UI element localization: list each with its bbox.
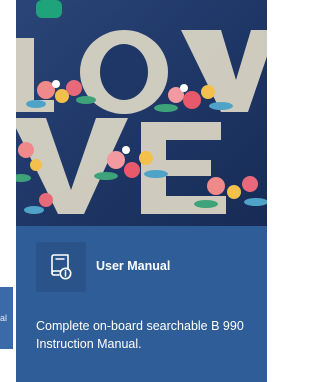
- manual-book-info-icon: [51, 254, 72, 280]
- embroidery-photo: [16, 0, 267, 226]
- hero-image: [16, 0, 267, 226]
- card-description: Complete on-board searchable B 990 Instr…: [36, 319, 244, 351]
- adjacent-card-label: al: [0, 313, 8, 323]
- card-title: User Manual: [96, 259, 171, 273]
- manual-icon-container: [36, 242, 86, 292]
- user-manual-card[interactable]: User Manual Complete on-board searchable…: [16, 0, 267, 382]
- adjacent-card[interactable]: al: [0, 287, 13, 349]
